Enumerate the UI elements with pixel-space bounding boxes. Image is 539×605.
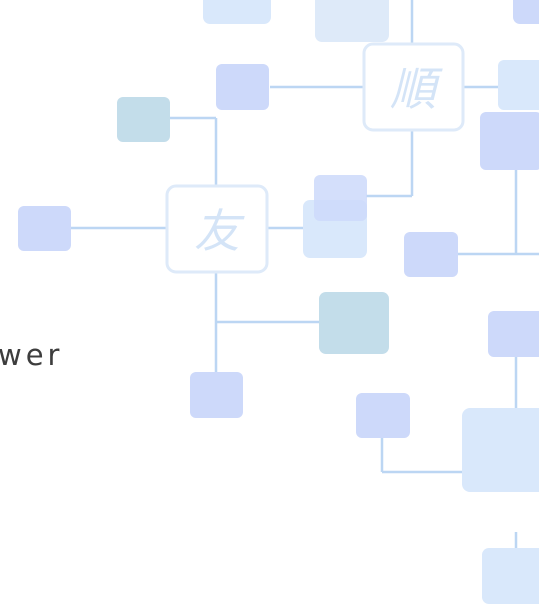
- node: [117, 97, 170, 142]
- node: [203, 0, 271, 24]
- network-diagram: 順 友: [18, 0, 539, 604]
- node: [513, 0, 539, 24]
- node: [314, 175, 367, 221]
- node: [404, 232, 458, 277]
- node: [190, 372, 243, 418]
- node: [482, 548, 539, 604]
- node: [480, 112, 539, 170]
- node: [315, 0, 389, 42]
- partial-heading-text: wer: [0, 338, 64, 372]
- glyph-label-center: 友: [194, 204, 245, 258]
- graphic-canvas: 順 友 wer: [0, 0, 539, 605]
- node: [488, 311, 539, 357]
- node: [462, 408, 539, 492]
- node: [216, 64, 269, 110]
- node: [498, 60, 539, 110]
- node: [356, 393, 410, 438]
- glyph-node-upper: 順: [362, 42, 465, 132]
- node: [18, 206, 71, 251]
- glyph-label-upper: 順: [390, 62, 443, 116]
- glyph-node-center: 友: [165, 184, 269, 274]
- node: [319, 292, 389, 354]
